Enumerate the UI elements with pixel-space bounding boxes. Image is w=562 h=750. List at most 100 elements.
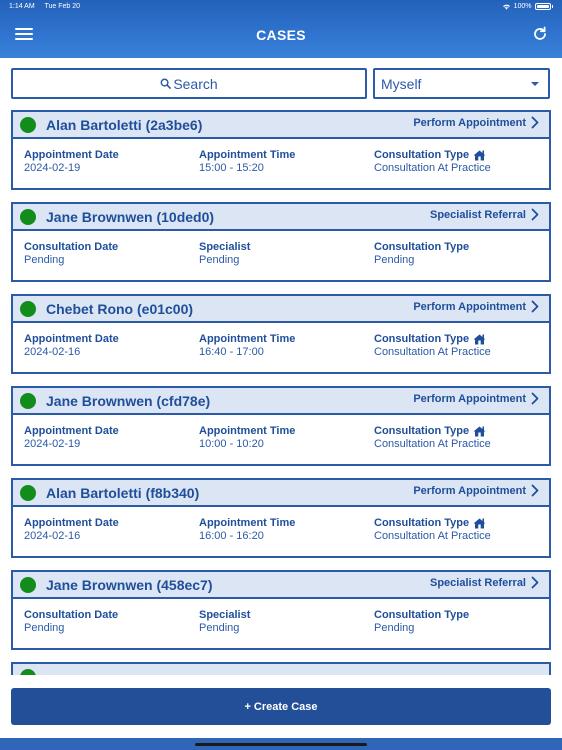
field-value: Consultation At Practice — [374, 162, 491, 174]
field-label: Appointment Time — [199, 517, 296, 529]
home-indicator[interactable] — [195, 743, 367, 746]
field-value: Pending — [374, 254, 415, 266]
status-date: Tue Feb 20 — [44, 3, 81, 10]
chevron-right-icon — [531, 576, 539, 589]
field-value: Pending — [24, 254, 65, 266]
case-card-header: Alan Bartoletti (2a3be6) Perform Appoint… — [13, 112, 549, 139]
field-value: 2024-02-16 — [24, 346, 81, 358]
practice-home-icon — [473, 426, 486, 436]
field-value: Consultation At Practice — [374, 438, 491, 450]
chevron-right-icon — [531, 300, 539, 313]
patient-name: Jane Brownwen (458ec7) — [46, 577, 213, 593]
battery-tip — [551, 5, 553, 8]
case-action-label: Specialist Referral — [430, 576, 526, 589]
case-card[interactable]: Jane Brownwen (458ec7) Specialist Referr… — [11, 570, 551, 650]
battery-percent: 100% — [513, 3, 532, 10]
field-label-row: Consultation Type — [374, 425, 491, 437]
practice-home-icon — [473, 518, 486, 528]
field-label: Consultation Type — [374, 149, 470, 161]
chevron-right-icon — [531, 208, 539, 221]
status-dot-icon — [20, 393, 36, 409]
field-label: Appointment Time — [199, 425, 296, 437]
field-value: 16:00 - 16:20 — [199, 530, 264, 542]
assignee-filter-select[interactable]: Myself — [373, 68, 550, 99]
field-label: Consultation Type — [374, 333, 470, 345]
create-case-button[interactable]: + Create Case — [11, 688, 551, 725]
case-card-partial[interactable] — [11, 662, 551, 675]
status-bar: 1:14 AM Tue Feb 20 100% — [9, 3, 553, 13]
field-value: Pending — [199, 254, 240, 266]
field-label: Appointment Date — [24, 517, 119, 529]
chevron-right-icon — [531, 116, 539, 129]
status-dot-icon — [20, 485, 36, 501]
field-label: Appointment Date — [24, 333, 119, 345]
patient-name: Alan Bartoletti (f8b340) — [46, 485, 200, 501]
case-card[interactable]: Jane Brownwen (cfd78e) Perform Appointme… — [11, 386, 551, 466]
field-value: 10:00 - 10:20 — [199, 438, 264, 450]
search-icon — [160, 78, 172, 89]
case-action-link[interactable]: Perform Appointment — [413, 392, 539, 405]
field-value: 2024-02-16 — [24, 530, 81, 542]
case-action-link[interactable]: Specialist Referral — [430, 576, 539, 589]
status-dot-icon — [20, 301, 36, 317]
filter-selected-value: Myself — [381, 75, 422, 92]
app-header: 1:14 AM Tue Feb 20 100% CASES — [0, 0, 562, 58]
case-card-header: Jane Brownwen (cfd78e) Perform Appointme… — [13, 388, 549, 415]
search-input[interactable]: Search — [11, 68, 367, 99]
case-action-label: Perform Appointment — [413, 116, 526, 129]
case-card-header: Chebet Rono (e01c00) Perform Appointment — [13, 296, 549, 323]
field-value: Pending — [374, 622, 415, 634]
case-action-link[interactable]: Perform Appointment — [413, 484, 539, 497]
case-card-body: Appointment Date 2024-02-16 Appointment T… — [13, 323, 549, 374]
patient-name: Chebet Rono (e01c00) — [46, 301, 194, 317]
field-label: Appointment Time — [199, 149, 296, 161]
field-value: 2024-02-19 — [24, 162, 81, 174]
wifi-icon — [502, 4, 510, 10]
field-value: Consultation At Practice — [374, 530, 491, 542]
patient-name: Alan Bartoletti (2a3be6) — [46, 117, 203, 133]
field-label: Appointment Time — [199, 333, 296, 345]
status-dot-icon — [20, 209, 36, 225]
chevron-right-icon — [531, 392, 539, 405]
field-label: Consultation Type — [374, 241, 470, 253]
case-card-body: Consultation Date Pending Specialist Pendi… — [13, 599, 549, 650]
case-action-label: Perform Appointment — [413, 392, 526, 405]
field-value: Pending — [199, 622, 240, 634]
field-label-row: Consultation Type — [374, 149, 491, 161]
case-list[interactable]: Alan Bartoletti (2a3be6) Perform Appoint… — [0, 110, 562, 675]
field-value: 2024-02-19 — [24, 438, 81, 450]
case-card[interactable]: Chebet Rono (e01c00) Perform Appointment… — [11, 294, 551, 374]
case-card-header: Alan Bartoletti (f8b340) Perform Appoint… — [13, 480, 549, 507]
field-label: Consultation Type — [374, 517, 470, 529]
case-action-link[interactable]: Perform Appointment — [413, 300, 539, 313]
field-label: Consultation Type — [374, 609, 470, 621]
field-label-row: Consultation Type — [374, 333, 491, 345]
status-dot-icon — [20, 669, 36, 675]
field-label: Specialist — [199, 241, 251, 253]
case-card-body: Appointment Date 2024-02-19 Appointment T… — [13, 415, 549, 466]
status-dot-icon — [20, 117, 36, 133]
chevron-right-icon — [531, 484, 539, 497]
case-card-body: Appointment Date 2024-02-16 Appointment T… — [13, 507, 549, 558]
case-card-body: Appointment Date 2024-02-19 Appointment T… — [13, 139, 549, 190]
case-action-link[interactable]: Specialist Referral — [430, 208, 539, 221]
case-action-link[interactable]: Perform Appointment — [413, 116, 539, 129]
refresh-icon[interactable] — [532, 26, 548, 42]
case-card-body: Consultation Date Pending Specialist Pendi… — [13, 231, 549, 282]
case-card-header: Jane Brownwen (458ec7) Specialist Referr… — [13, 572, 549, 599]
battery-icon — [534, 3, 551, 10]
case-action-label: Perform Appointment — [413, 300, 526, 313]
field-label-row: Consultation Type — [374, 517, 491, 529]
field-value: Consultation At Practice — [374, 346, 491, 358]
chevron-down-icon — [531, 82, 539, 86]
practice-home-icon — [473, 150, 486, 160]
case-card[interactable]: Jane Brownwen (10ded0) Specialist Referr… — [11, 202, 551, 282]
field-label: Appointment Date — [24, 149, 119, 161]
field-label: Consultation Type — [374, 425, 470, 437]
case-card[interactable]: Alan Bartoletti (f8b340) Perform Appoint… — [11, 478, 551, 558]
case-action-label: Specialist Referral — [430, 208, 526, 221]
field-label: Specialist — [199, 609, 251, 621]
field-value: Pending — [24, 622, 65, 634]
page-title: CASES — [256, 27, 306, 43]
case-card[interactable]: Alan Bartoletti (2a3be6) Perform Appoint… — [11, 110, 551, 190]
